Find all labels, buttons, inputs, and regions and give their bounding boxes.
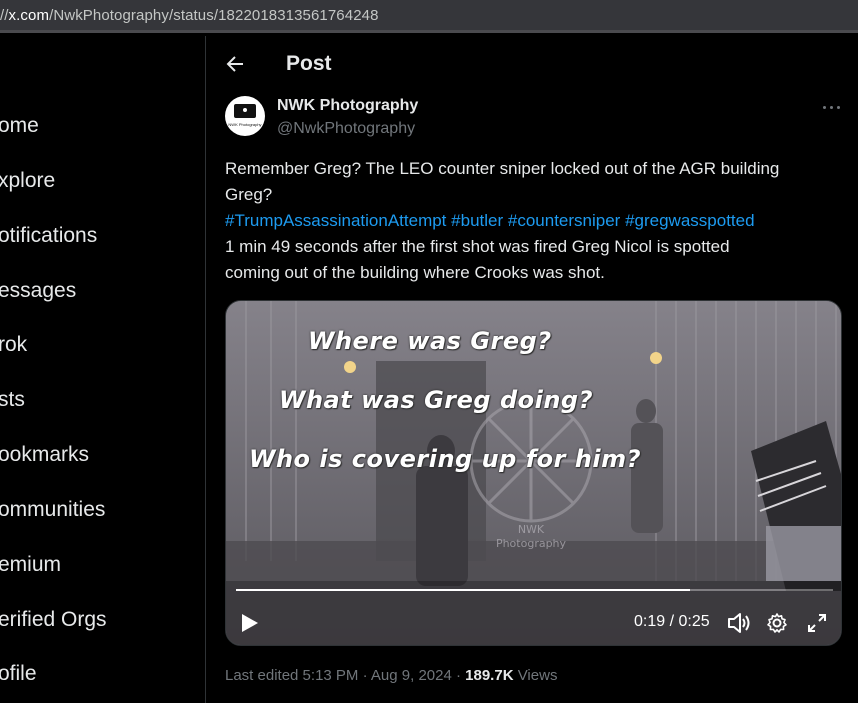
gear-icon <box>767 613 787 633</box>
sidebar-item-messages[interactable]: essages <box>0 279 76 303</box>
sidebar-item-lists[interactable]: sts <box>0 388 25 412</box>
url-host: x.com <box>8 7 50 24</box>
camera-lens-icon <box>241 106 249 114</box>
volume-button[interactable] <box>727 612 751 639</box>
play-button[interactable] <box>240 612 260 639</box>
arrow-left-icon <box>226 56 243 72</box>
fullscreen-button[interactable] <box>806 612 828 639</box>
views-count: 189.7K <box>465 667 514 684</box>
post-text-line: 1 min 49 seconds after the first shot wa… <box>225 237 730 256</box>
sidebar-item-home[interactable]: ome <box>0 114 39 138</box>
video-caption: Who is covering up for him? <box>249 445 642 473</box>
fullscreen-icon <box>808 614 826 632</box>
hashtag-link[interactable]: #butler <box>451 211 503 230</box>
sidebar-item-profile[interactable]: ofile <box>0 662 37 686</box>
video-caption: Where was Greg? <box>308 327 552 355</box>
hashtag-link[interactable]: #TrumpAssassinationAttempt <box>225 211 446 230</box>
browser-url-bar[interactable]: //x.com/NwkPhotography/status/1822018313… <box>0 0 858 33</box>
watermark-text: NWK <box>518 523 545 536</box>
sidebar-item-notifications[interactable]: otifications <box>0 224 97 248</box>
more-dot <box>837 106 840 109</box>
back-button[interactable] <box>223 52 247 76</box>
post-text-line: coming out of the building where Crooks … <box>225 263 605 282</box>
hashtag-row: #TrumpAssassinationAttempt #butler #coun… <box>225 208 850 234</box>
settings-button[interactable] <box>766 612 788 639</box>
main-column: Post NWK Photography NWK Photography @Nw… <box>207 36 858 703</box>
video-player[interactable]: NWK Photography Where was Greg? What was… <box>225 300 842 646</box>
volume-icon <box>728 613 750 633</box>
time-separator: / <box>665 613 679 630</box>
more-dot <box>830 106 833 109</box>
views-label: Views <box>513 667 558 684</box>
url-path: /NwkPhotography/status/18220183135617642… <box>49 7 379 24</box>
current-time: 0:19 <box>634 613 666 630</box>
video-progress-fill <box>236 589 690 591</box>
sidebar-item-grok[interactable]: rok <box>0 333 27 357</box>
edited-timestamp[interactable]: Last edited 5:13 PM · Aug 9, 2024 · <box>225 667 465 684</box>
sidebar-item-explore[interactable]: xplore <box>0 169 55 193</box>
hashtag-link[interactable]: #gregwasspotted <box>625 211 754 230</box>
sidebar-item-verified-orgs[interactable]: erified Orgs <box>0 608 107 632</box>
video-caption: What was Greg doing? <box>279 386 594 414</box>
more-options-button[interactable] <box>821 98 843 118</box>
page-title: Post <box>286 52 332 75</box>
post-meta: Last edited 5:13 PM · Aug 9, 2024 · 189.… <box>225 667 557 684</box>
author-name[interactable]: NWK Photography <box>277 97 418 115</box>
url-text[interactable]: //x.com/NwkPhotography/status/1822018313… <box>0 7 379 24</box>
post-text-line: Remember Greg? The LEO counter sniper lo… <box>225 159 780 178</box>
sidebar-item-premium[interactable]: emium <box>0 553 61 577</box>
duration: 0:25 <box>678 613 710 630</box>
post-text: Remember Greg? The LEO counter sniper lo… <box>225 156 850 286</box>
sidebar-item-bookmarks[interactable]: ookmarks <box>0 443 89 467</box>
sidebar-item-communities[interactable]: ommunities <box>0 498 105 522</box>
video-time: 0:19 / 0:25 <box>634 613 710 631</box>
avatar[interactable]: NWK Photography <box>225 96 265 136</box>
video-progress-bar[interactable] <box>236 589 833 591</box>
sidebar-nav: ome xplore otifications essages rok sts … <box>0 36 206 703</box>
author-handle[interactable]: @NwkPhotography <box>277 120 415 138</box>
watermark-text: Photography <box>496 537 567 550</box>
play-icon <box>242 614 258 632</box>
avatar-logo-text: NWK Photography <box>228 122 262 127</box>
post-text-line: Greg? <box>225 185 273 204</box>
more-horizontal-icon <box>823 106 826 109</box>
hashtag-link[interactable]: #countersniper <box>508 211 620 230</box>
